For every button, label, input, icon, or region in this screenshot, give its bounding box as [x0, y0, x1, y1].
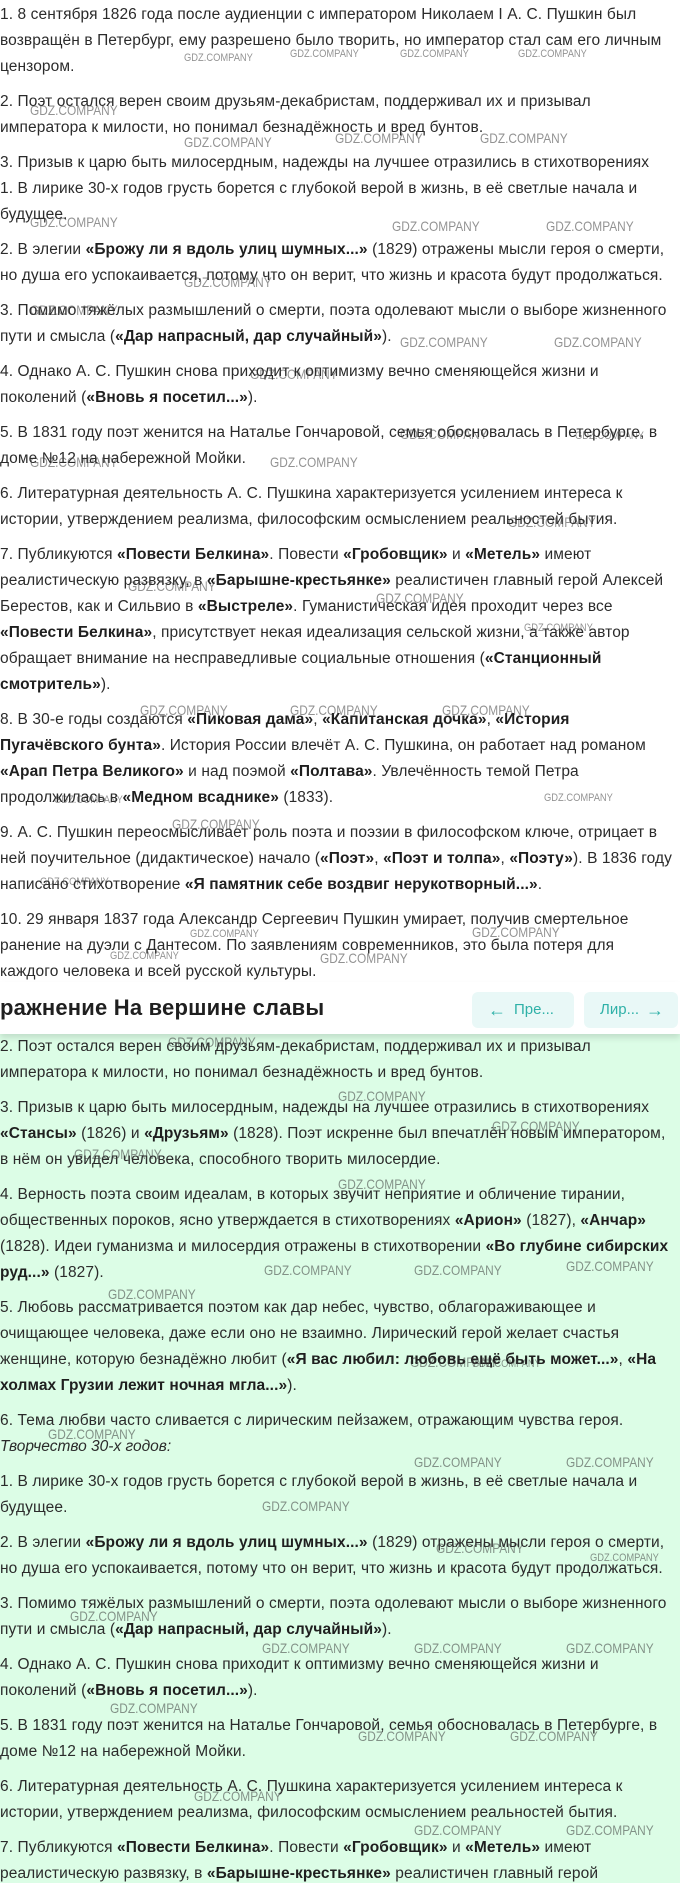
next-button-label: Лир...	[600, 1001, 640, 1018]
answer-text-bottom: 2. Поэт остался верен своим друзьям-дека…	[0, 1030, 680, 1883]
paragraph: 8. В 30-е годы создаются «Пиковая дама»,…	[0, 711, 646, 806]
paragraph: 3. Помимо тяжёлых размышлений о смерти, …	[0, 302, 667, 345]
next-button[interactable]: Лир... →	[584, 992, 678, 1028]
paragraph: 7. Публикуются «Повести Белкина». Повест…	[0, 546, 664, 693]
paragraph: 5. В 1831 году поэт женится на Наталье Г…	[0, 1717, 658, 1760]
paragraph: 3. Помимо тяжёлых размышлений о смерти, …	[0, 1595, 667, 1638]
paragraph: 6. Тема любви часто сливается с лирическ…	[0, 1412, 624, 1429]
paragraph: 5. Любовь рассматривается поэтом как дар…	[0, 1299, 657, 1394]
paragraph: 10. 29 января 1837 года Александр Сергее…	[0, 911, 629, 980]
paragraph: 5. В 1831 году поэт женится на Наталье Г…	[0, 424, 658, 467]
paragraph: 6. Литературная деятельность А. С. Пушки…	[0, 1778, 623, 1821]
paragraph: 7. Публикуются «Повести Белкина». Повест…	[0, 1839, 599, 1882]
prev-button[interactable]: ← Пре...	[472, 992, 574, 1028]
paragraph: 4. Однако А. С. Пушкин снова приходит к …	[0, 1656, 599, 1699]
paragraph: 2. В элегии «Брожу ли я вдоль улиц шумны…	[0, 1534, 665, 1577]
paragraph: 2. Поэт остался верен своим друзьям-дека…	[0, 1038, 591, 1081]
answer-text-top: 1. 8 сентября 1826 года после аудиенции …	[0, 0, 680, 988]
paragraph: 3. Призыв к царю быть милосердным, надеж…	[0, 1099, 666, 1168]
paragraph: 2. Поэт остался верен своим друзьям-дека…	[0, 93, 591, 136]
paragraph: 6. Литературная деятельность А. С. Пушки…	[0, 485, 623, 528]
exercise-header: ражнение На вершине славы ← Пре... Лир..…	[0, 982, 680, 1034]
arrow-right-icon: →	[646, 1000, 664, 1020]
paragraph: 4. Однако А. С. Пушкин снова приходит к …	[0, 363, 599, 406]
arrow-left-icon: ←	[488, 1000, 506, 1020]
bottom-paragraphs: 2. Поэт остался верен своим друзьям-дека…	[0, 1030, 678, 1883]
top-paragraphs: 1. 8 сентября 1826 года после аудиенции …	[0, 2, 678, 988]
paragraph: 1. В лирике 30-х годов грусть борется с …	[0, 180, 638, 223]
paragraph: 3. Призыв к царю быть милосердным, надеж…	[0, 154, 650, 171]
section-heading: Творчество 30-х годов:	[0, 1438, 172, 1455]
paragraph: 4. Верность поэта своим идеалам, в котор…	[0, 1186, 669, 1281]
paragraph: 9. А. С. Пушкин переосмысливает роль поэ…	[0, 824, 673, 893]
exercise-title: ражнение На вершине славы	[0, 995, 325, 1020]
paragraph: 1. В лирике 30-х годов грусть борется с …	[0, 1473, 638, 1516]
paragraph: 2. В элегии «Брожу ли я вдоль улиц шумны…	[0, 241, 665, 284]
prev-button-label: Пре...	[514, 1001, 554, 1018]
paragraph: 1. 8 сентября 1826 года после аудиенции …	[0, 6, 662, 75]
